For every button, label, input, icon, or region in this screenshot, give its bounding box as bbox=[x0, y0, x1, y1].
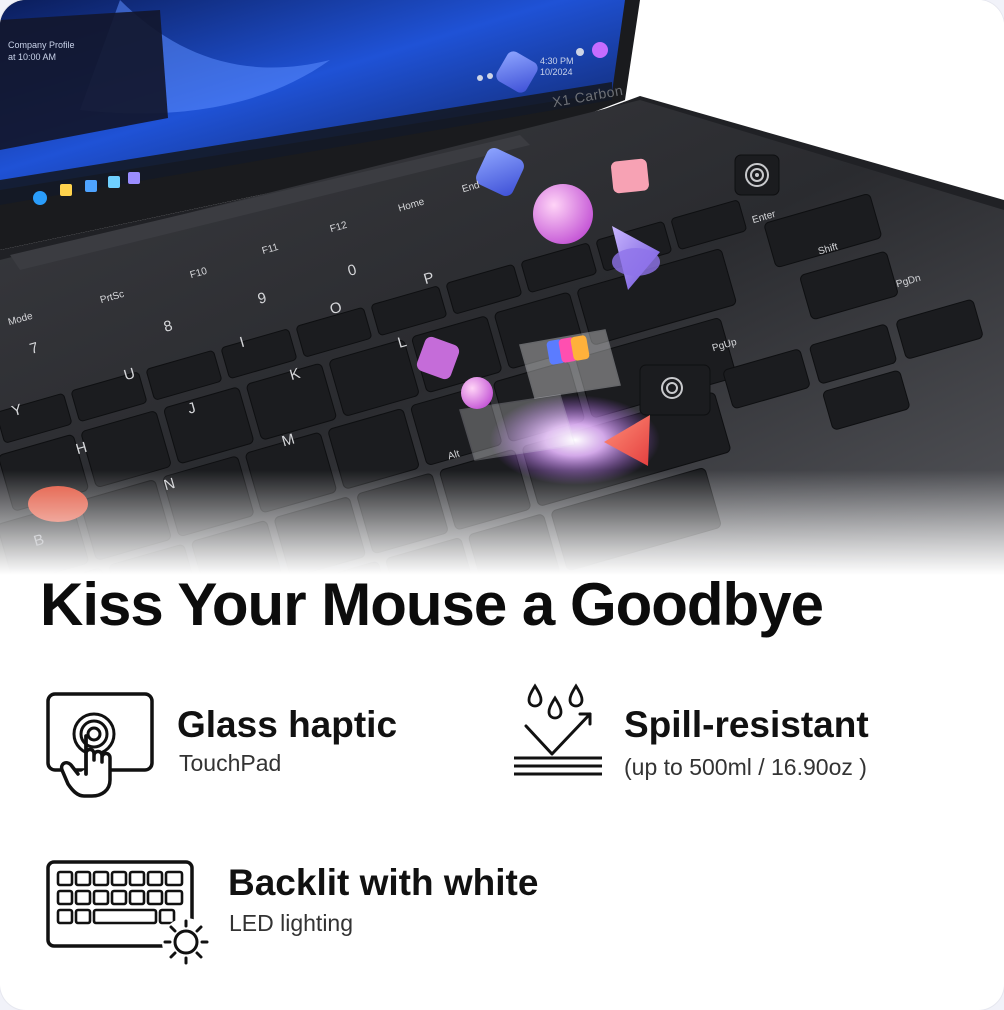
screen-clock-date: 10/2024 bbox=[540, 67, 573, 77]
fingerprint-reader-icon bbox=[734, 154, 780, 196]
feature-subtitle: TouchPad bbox=[179, 750, 282, 776]
headline: Kiss Your Mouse a Goodbye bbox=[40, 571, 824, 638]
screen-notification-time: at 10:00 AM bbox=[8, 52, 57, 62]
feature-title: Glass haptic bbox=[177, 704, 398, 745]
feature-title: Spill-resistant bbox=[624, 704, 869, 745]
touchpad-hand-icon bbox=[44, 690, 158, 800]
feature-spill-resistant: Spill-resistant (up to 500ml / 16.90oz ) bbox=[500, 680, 1000, 810]
water-drops-spill-icon bbox=[508, 680, 608, 780]
product-card: Company Profile at 10:00 AM 4:30 PM 10/2… bbox=[0, 0, 1004, 1010]
feature-glass-haptic: Glass haptic TouchPad bbox=[0, 680, 480, 810]
feature-backlit: Backlit with white LED lighting bbox=[0, 850, 680, 980]
feature-subtitle: LED lighting bbox=[229, 910, 354, 936]
laptop-illustration bbox=[0, 0, 1004, 575]
screen-notification-title: Company Profile bbox=[8, 40, 75, 50]
laptop-hero-image: Company Profile at 10:00 AM 4:30 PM 10/2… bbox=[0, 0, 1004, 575]
screen-clock-time: 4:30 PM bbox=[540, 56, 574, 66]
feature-title: Backlit with white bbox=[228, 862, 539, 903]
feature-subtitle: (up to 500ml / 16.90oz ) bbox=[624, 754, 867, 780]
backlit-keyboard-icon bbox=[44, 858, 220, 970]
